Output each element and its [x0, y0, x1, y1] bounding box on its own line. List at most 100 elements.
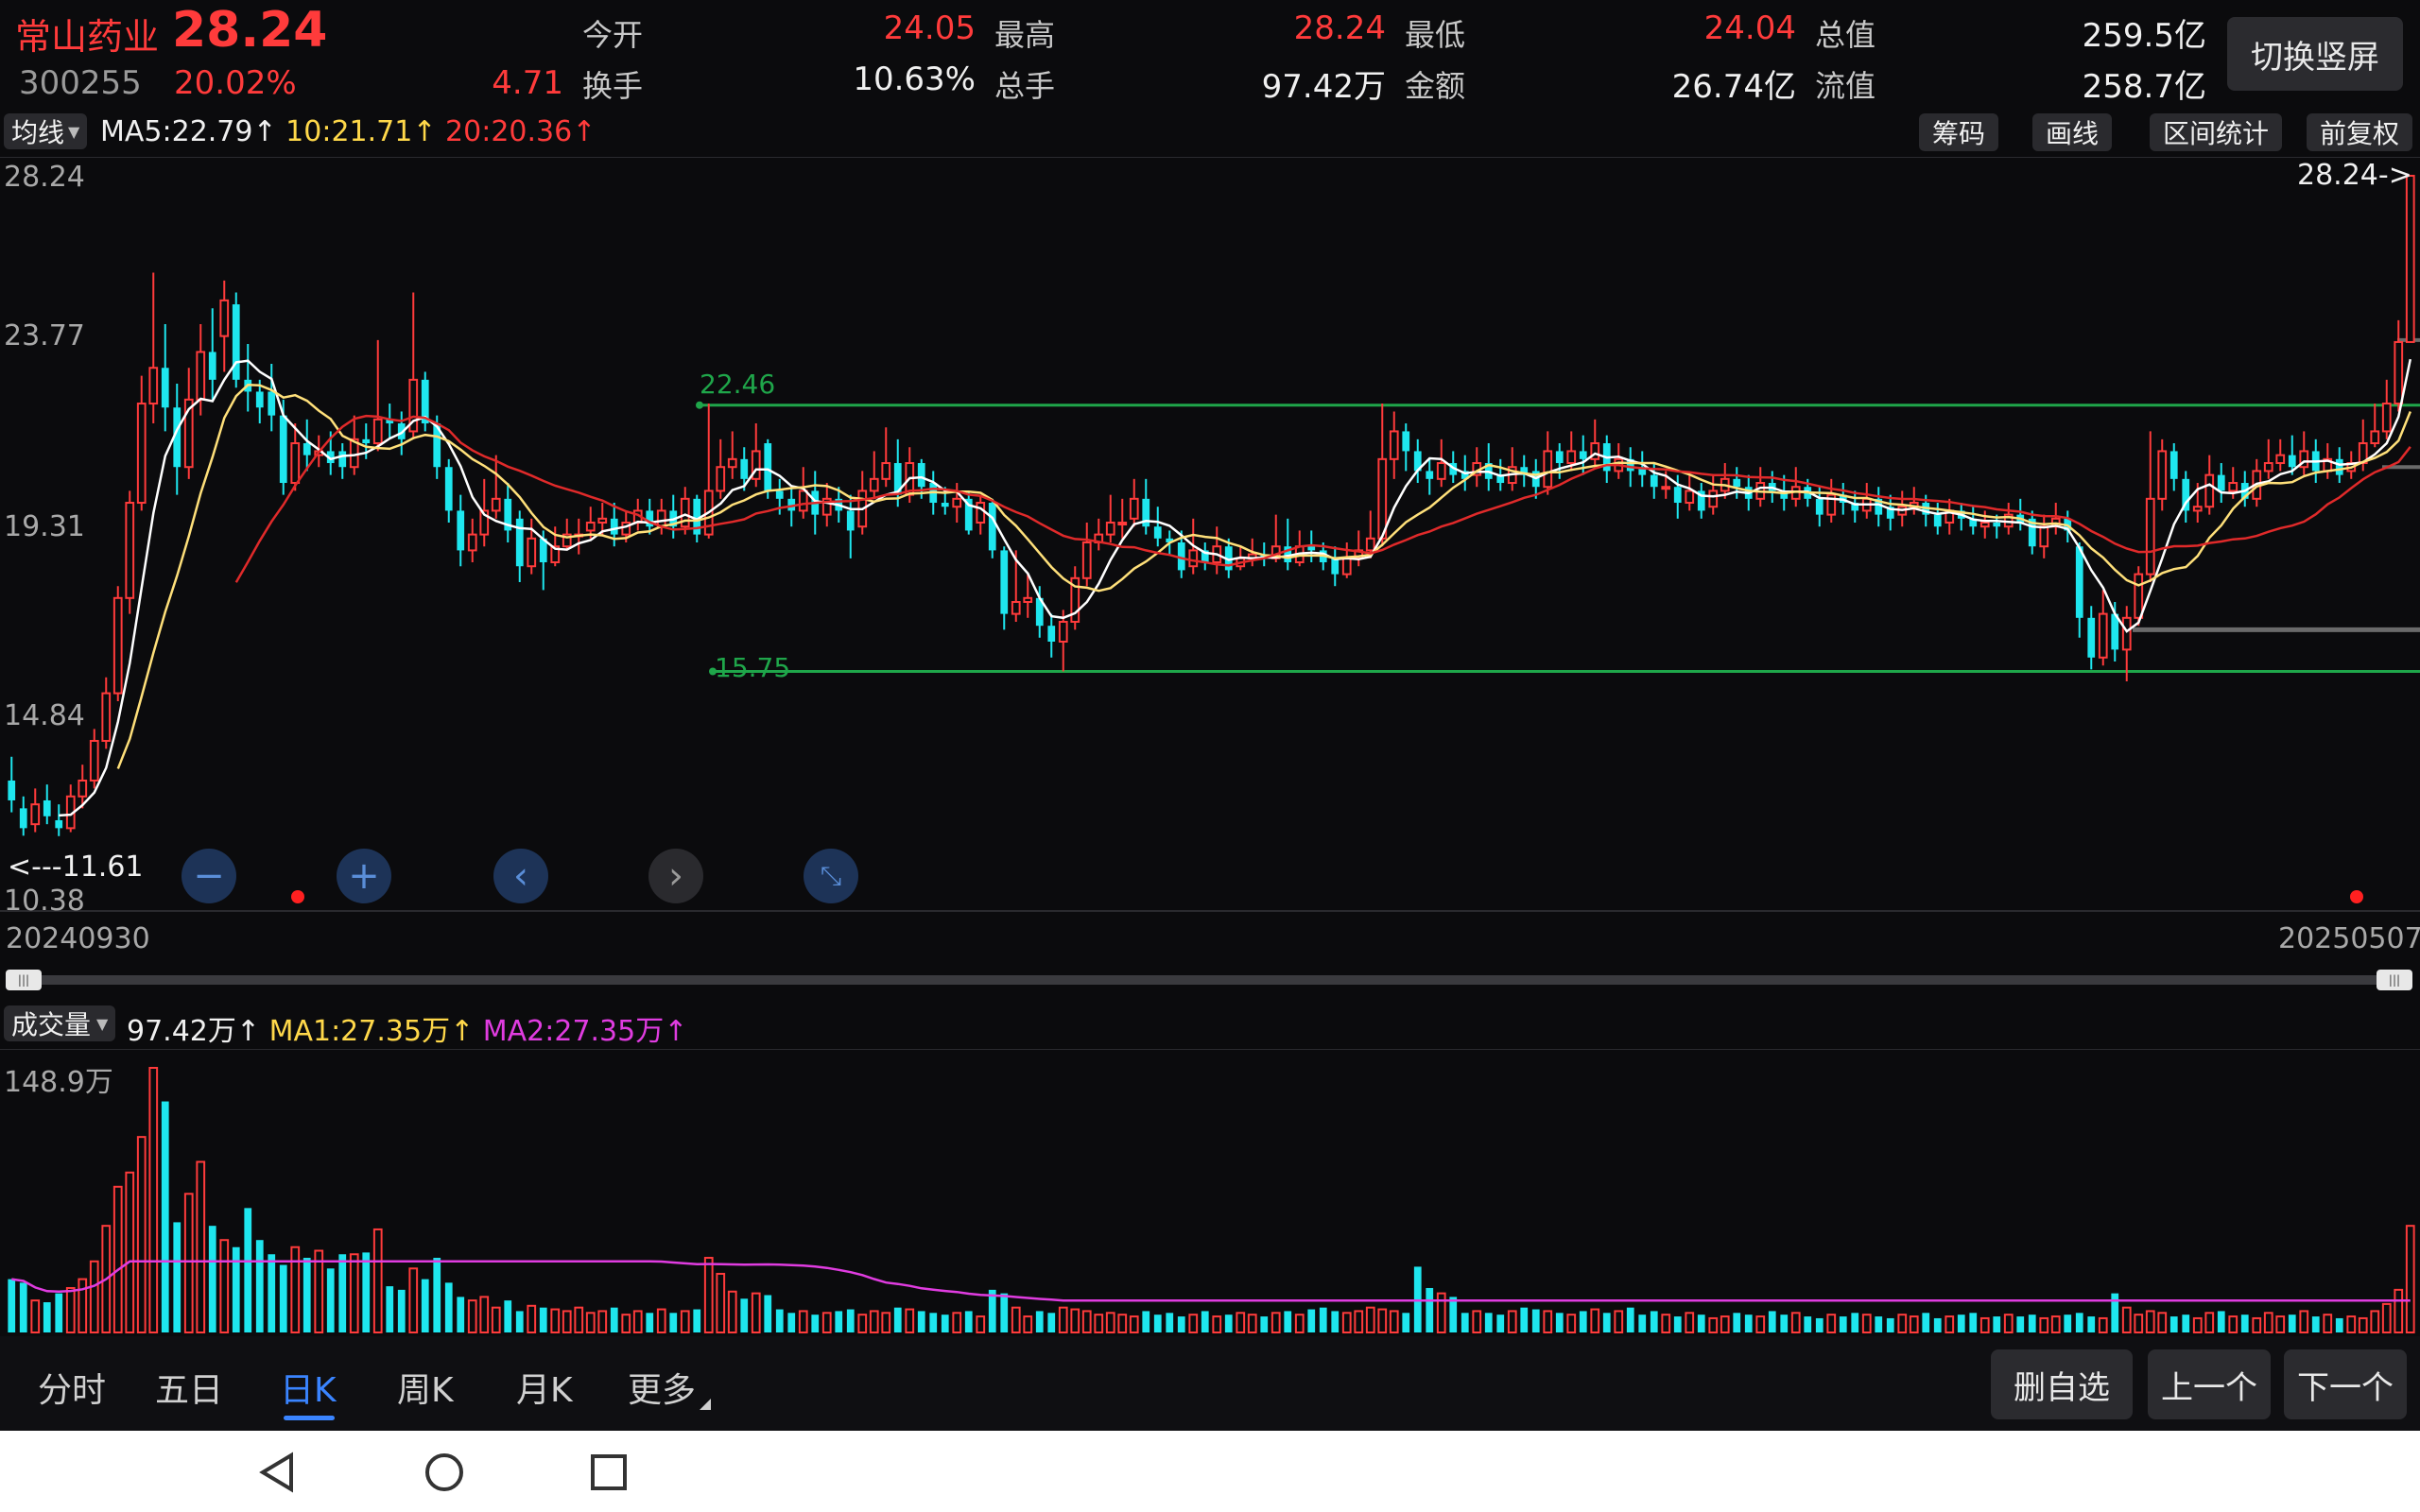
volume-bar [1484, 1313, 1493, 1332]
back-icon[interactable] [257, 1452, 299, 1493]
candle-body [881, 462, 891, 480]
home-icon[interactable] [424, 1452, 465, 1493]
tab-more[interactable]: 更多 [628, 1363, 696, 1412]
candle-body [1933, 514, 1942, 527]
volume-bar [1402, 1313, 1410, 1332]
vol-ma2-arrow: ↑ [664, 1015, 688, 1048]
candle-body [1650, 474, 1658, 488]
zoom-in-button[interactable]: + [337, 849, 391, 903]
candle [976, 494, 986, 535]
volume-bar [539, 1307, 547, 1332]
volume-bar [1081, 1310, 1092, 1333]
volume-bar [2252, 1316, 2262, 1334]
event-dot-right[interactable] [2350, 890, 2363, 903]
candle [2217, 463, 2225, 504]
system-nav-bar [0, 1431, 2420, 1512]
candle [1602, 435, 1611, 484]
candle [1685, 474, 1695, 511]
volume-bar [1058, 1306, 1068, 1334]
candle-body [2335, 458, 2343, 475]
zoom-out-button[interactable]: − [182, 849, 236, 903]
volume-bar [2157, 1312, 2168, 1333]
volume-bar [1270, 1312, 1281, 1333]
candle [1933, 503, 1942, 535]
candle-body [467, 533, 477, 552]
candle [656, 498, 666, 535]
candle-body [1979, 522, 1990, 528]
volume-bar [232, 1246, 240, 1332]
range-handle-left[interactable]: ||| [6, 970, 42, 990]
candle [2275, 438, 2286, 472]
price-chart[interactable] [0, 157, 2420, 913]
next-stock-button[interactable]: 下一个 [2284, 1349, 2407, 1419]
volume-bar [491, 1306, 501, 1334]
volume-bar [2335, 1317, 2343, 1332]
volume-bar [1957, 1314, 1965, 1332]
candle-body [1389, 430, 1399, 460]
candle [1212, 526, 1222, 575]
volume-bar [775, 1309, 784, 1332]
scroll-left-button[interactable]: ‹ [493, 849, 548, 903]
turnover-value: 10.63% [853, 60, 976, 98]
volume-bar [421, 1279, 429, 1332]
range-scrollbar[interactable] [9, 975, 2411, 985]
candle [161, 324, 169, 432]
volume-bar [2192, 1316, 2203, 1334]
range-handle-right[interactable]: ||| [2377, 970, 2412, 990]
scroll-right-button[interactable]: › [648, 849, 703, 903]
volume-bar [2145, 1310, 2155, 1333]
candle [1851, 490, 1859, 524]
candle [1047, 613, 1056, 658]
candle [101, 677, 112, 749]
volume-bar [2370, 1310, 2380, 1333]
remove-watchlist-button[interactable]: 删自选 [1991, 1349, 2133, 1419]
tab-intraday[interactable]: 分时 [38, 1363, 106, 1412]
volume-bar [1247, 1314, 1257, 1334]
volume-bar [1826, 1314, 1837, 1334]
interval-stats-button[interactable]: 区间统计 [2150, 113, 2283, 151]
volume-bar [905, 1308, 915, 1334]
reset-zoom-button[interactable]: ⤡ [804, 849, 858, 903]
header: 常山药业 28.24 300255 20.02% 4.71 今开 24.05 最… [0, 0, 2420, 108]
volume-bar [716, 1272, 726, 1333]
recents-icon[interactable] [588, 1452, 630, 1493]
ma-selector[interactable]: 均线 ▼ [4, 113, 88, 149]
candle-body [8, 780, 16, 800]
volume-bar [1804, 1316, 1812, 1332]
volume-bar [680, 1310, 690, 1333]
price-axis-l3: 14.84 [4, 699, 85, 732]
high-label: 最高 [994, 17, 1056, 53]
tab-five-day[interactable]: 五日 [155, 1363, 223, 1412]
candle-body [1117, 522, 1128, 526]
candle [1790, 467, 1801, 507]
volume-selector[interactable]: 成交量 ▼ [4, 1005, 116, 1041]
event-dot-left[interactable] [291, 890, 304, 903]
draw-line-button[interactable]: 画线 [2032, 113, 2113, 151]
candle-body [764, 443, 772, 491]
candle [562, 518, 572, 551]
tab-daily-k[interactable]: 日K [280, 1363, 337, 1412]
volume-bar [1543, 1310, 1553, 1333]
volume-bar [78, 1278, 88, 1334]
volume-chart[interactable] [0, 1049, 2420, 1334]
upper-line-label: 22.46 [700, 369, 776, 400]
candle-body [19, 808, 27, 829]
candle-body [1673, 487, 1682, 504]
candle-body [372, 418, 383, 445]
previous-stock-button[interactable]: 上一个 [2148, 1349, 2271, 1419]
volume-bar [550, 1308, 561, 1334]
tab-weekly-k[interactable]: 周K [397, 1363, 454, 1412]
caret-down-icon: ▼ [96, 1014, 109, 1033]
forward-adjust-button[interactable]: 前复权 [2307, 113, 2413, 151]
candle-body [30, 803, 41, 826]
chip-button[interactable]: 筹码 [1919, 113, 1999, 151]
volume-bar [1472, 1310, 1482, 1333]
candle [1129, 478, 1139, 527]
volume-bar [2346, 1315, 2357, 1334]
candle [1436, 438, 1446, 488]
candle [1413, 438, 1422, 484]
candle-body [1436, 462, 1446, 480]
switch-portrait-button[interactable]: 切换竖屏 [2227, 17, 2403, 91]
candle [2028, 510, 2036, 555]
tab-monthly-k[interactable]: 月K [516, 1363, 573, 1412]
